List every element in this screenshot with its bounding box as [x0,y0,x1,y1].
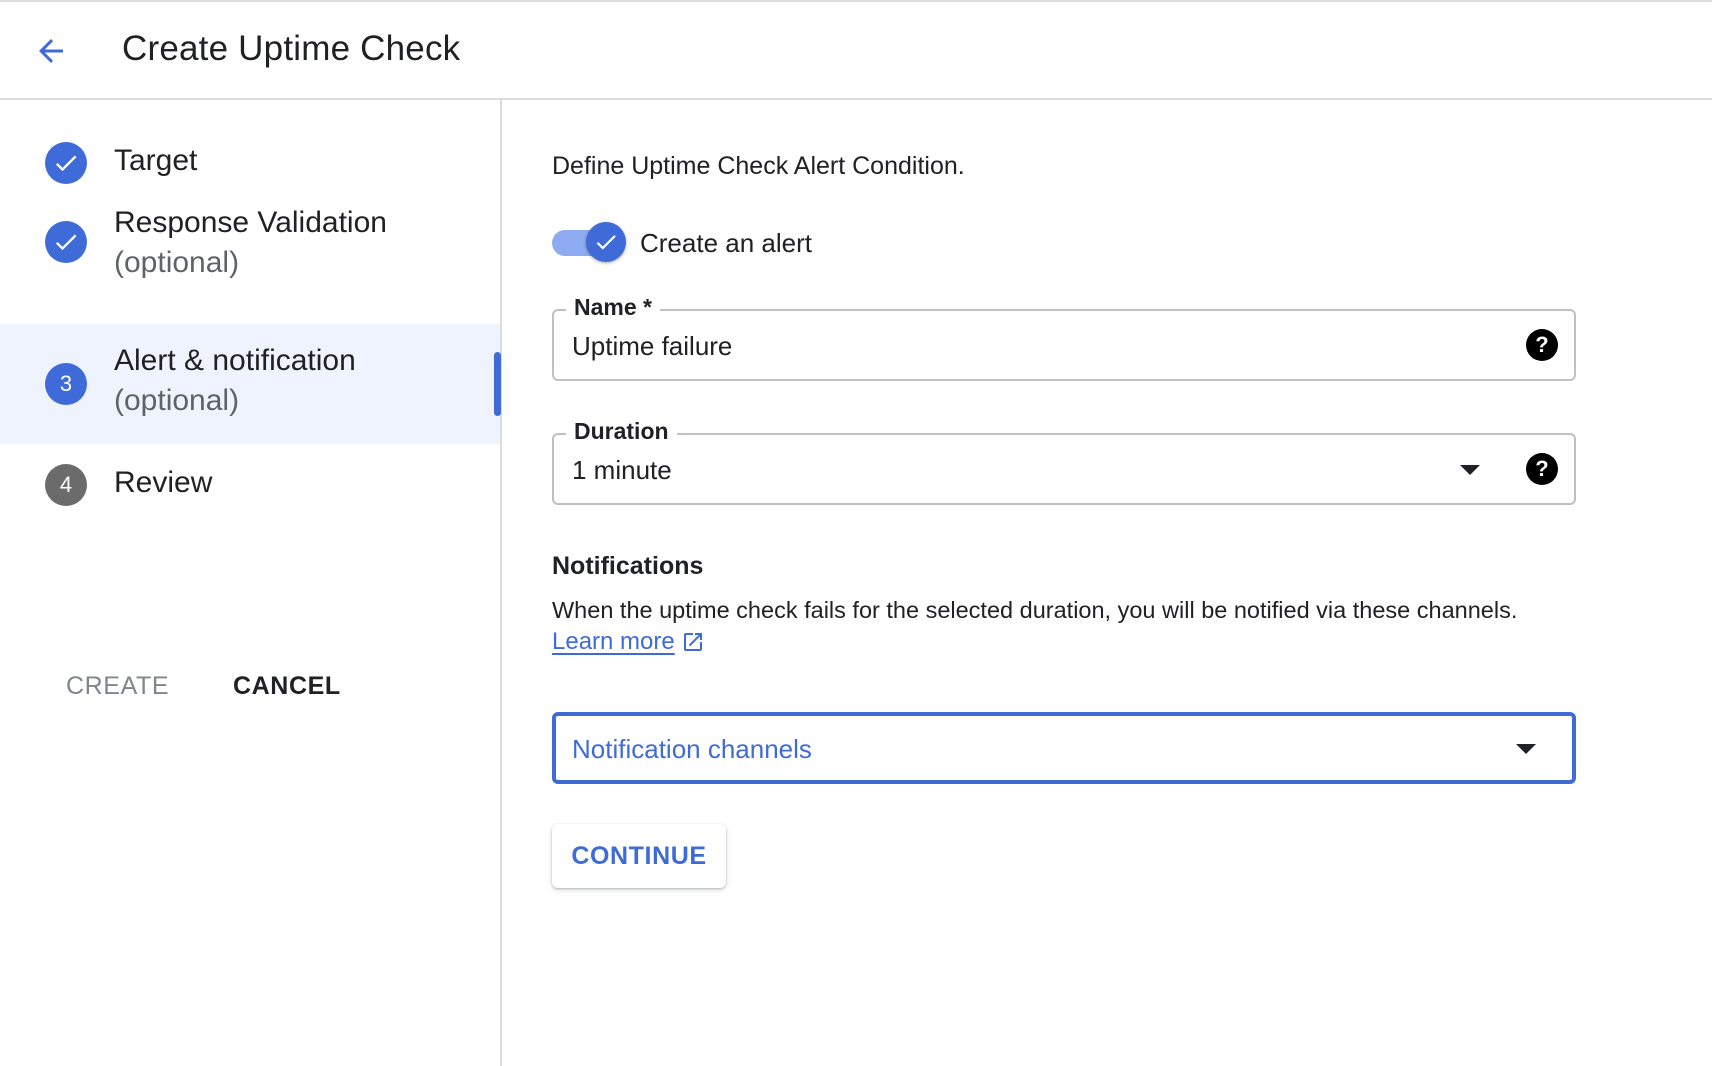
step-label: Response Validation [114,206,387,239]
notification-channels-select[interactable]: Notification channels [552,712,1576,784]
stepper-sidebar: Target Response Validation (optional) 3 … [0,100,502,1066]
check-icon [55,155,77,172]
create-button[interactable]: CREATE [66,672,169,701]
notifications-description: When the uptime check fails for the sele… [552,597,1518,623]
toggle-label: Create an alert [640,228,812,258]
name-field: Name * ? [552,294,1576,381]
cancel-button[interactable]: CANCEL [233,672,341,701]
notification-channels-placeholder: Notification channels [572,734,812,764]
external-link-icon [683,633,702,651]
step-number-badge: 3 [45,363,87,405]
step-complete-badge [45,142,87,184]
step-response-validation[interactable]: Response Validation (optional) [0,200,500,296]
check-icon [55,234,77,251]
step-content: Define Uptime Check Alert Condition. Cre… [552,100,1662,1060]
step-target[interactable]: Target [0,128,500,200]
step-review[interactable]: 4 Review [0,444,500,524]
notifications-heading: Notifications [552,552,704,580]
duration-select[interactable]: Duration 1 minute ? [552,418,1576,505]
learn-more-link[interactable]: Learn more [552,628,705,656]
step-number-badge: 4 [45,464,87,506]
name-input[interactable] [572,331,1452,362]
step-label: Alert & notification [114,344,356,377]
step-label: Target [114,144,198,177]
page-title: Create Uptime Check [122,29,461,68]
duration-field-label: Duration [566,418,677,445]
step-sublabel: (optional) [114,246,240,279]
active-step-indicator [494,352,501,416]
check-icon [596,235,616,250]
page-header: Create Uptime Check [0,2,1712,100]
help-icon[interactable]: ? [1526,329,1558,361]
step-sublabel: (optional) [114,384,240,417]
sidebar-actions: CREATE CANCEL [0,672,500,712]
continue-label: CONTINUE [571,841,707,870]
continue-button[interactable]: CONTINUE [552,824,726,888]
step-label: Review [114,466,213,499]
duration-value: 1 minute [572,455,672,485]
name-field-label: Name * [566,294,660,321]
help-icon[interactable]: ? [1526,453,1558,485]
section-intro: Define Uptime Check Alert Condition. [552,152,965,180]
dropdown-arrow-icon[interactable] [1460,465,1480,475]
learn-more-text: Learn more [552,628,675,655]
step-alert-notification[interactable]: 3 Alert & notification (optional) [0,324,501,444]
toggle-thumb [586,222,626,262]
step-complete-badge [45,221,87,263]
create-alert-toggle[interactable] [552,222,626,262]
arrow-back-icon [39,39,63,63]
dropdown-arrow-icon[interactable] [1516,744,1536,754]
back-button[interactable] [26,26,76,76]
